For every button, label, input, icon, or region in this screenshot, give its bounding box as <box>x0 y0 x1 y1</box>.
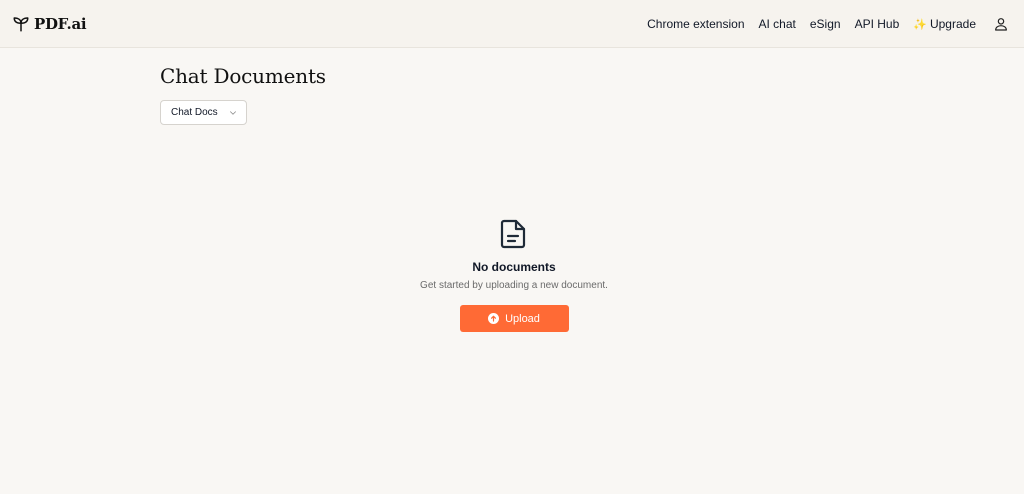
nav-api-hub[interactable]: API Hub <box>855 17 900 31</box>
nav-esign[interactable]: eSign <box>810 17 841 31</box>
empty-state-title: No documents <box>472 260 556 274</box>
nav-ai-chat[interactable]: AI chat <box>759 17 796 31</box>
upload-button[interactable]: Upload <box>459 305 569 332</box>
nav-upgrade-label: Upgrade <box>929 17 976 31</box>
page-title: Chat Documents <box>160 64 326 88</box>
main-nav: Chrome extension AI chat eSign API Hub ✨… <box>633 10 1012 38</box>
empty-state: No documents Get started by uploading a … <box>360 218 668 332</box>
sprout-logo-icon <box>13 17 29 32</box>
brand-logo[interactable]: PDF.ai <box>12 13 87 35</box>
nav-chrome-extension[interactable]: Chrome extension <box>647 17 744 31</box>
user-menu-button[interactable] <box>990 13 1012 35</box>
arrow-up-circle-icon <box>488 313 500 324</box>
chevron-down-icon <box>230 110 236 115</box>
sparkle-icon: ✨ <box>913 18 927 31</box>
user-icon <box>995 18 1007 31</box>
document-type-select[interactable]: Chat Docs <box>160 100 247 125</box>
nav-upgrade[interactable]: ✨ Upgrade <box>913 17 976 31</box>
empty-state-subtitle: Get started by uploading a new document. <box>420 280 608 291</box>
upload-button-label: Upload <box>505 312 540 325</box>
document-type-select-value: Chat Docs <box>171 107 218 118</box>
document-icon <box>500 218 528 250</box>
brand-name: PDF.ai <box>34 15 87 33</box>
top-navbar: PDF.ai Chrome extension AI chat eSign AP… <box>0 0 1024 48</box>
